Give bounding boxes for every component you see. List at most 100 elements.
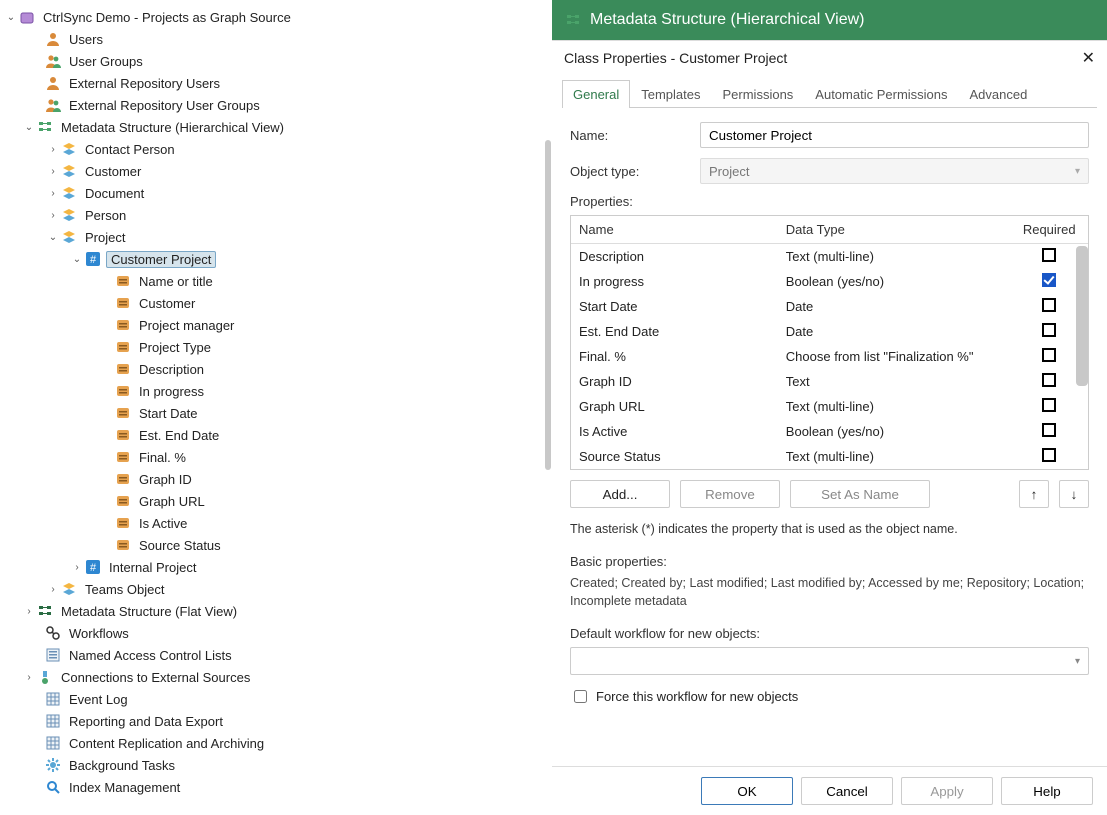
property-icon — [114, 294, 132, 312]
chevron-down-icon[interactable]: ⌄ — [22, 122, 36, 133]
table-row[interactable]: Graph URLText (multi-line) — [571, 394, 1088, 419]
chevron-right-icon[interactable]: › — [22, 606, 36, 617]
tree-label: Start Date — [136, 405, 201, 422]
tree-label: User Groups — [66, 53, 146, 70]
tree-item-property[interactable]: ·Description — [4, 358, 540, 380]
tree-item-user-groups[interactable]: ·User Groups — [4, 50, 540, 72]
chevron-right-icon[interactable]: › — [46, 584, 60, 595]
close-icon[interactable]: ✕ — [1082, 48, 1095, 68]
tree-item-connections[interactable]: ›Connections to External Sources — [4, 666, 540, 688]
object-type-select[interactable]: Project ▾ — [700, 158, 1089, 184]
tree-item-nacl[interactable]: ·Named Access Control Lists — [4, 644, 540, 666]
tree-item-customer-project[interactable]: ⌄Customer Project — [4, 248, 540, 270]
tree-item-project[interactable]: ⌄Project — [4, 226, 540, 248]
remove-button[interactable]: Remove — [680, 480, 780, 508]
tree-item-event-log[interactable]: ·Event Log — [4, 688, 540, 710]
chevron-right-icon[interactable]: › — [70, 562, 84, 573]
tree-item-property[interactable]: ·Graph ID — [4, 468, 540, 490]
ok-button[interactable]: OK — [701, 777, 793, 805]
chevron-right-icon[interactable]: › — [46, 166, 60, 177]
table-row[interactable]: Source StatusText (multi-line) — [571, 444, 1088, 469]
dialog-footer: OK Cancel Apply Help — [552, 766, 1107, 815]
table-row[interactable]: Est. End DateDate — [571, 319, 1088, 344]
struct-icon — [36, 118, 54, 136]
chevron-down-icon[interactable]: ⌄ — [70, 254, 84, 265]
tree-root-label: CtrlSync Demo - Projects as Graph Source — [40, 9, 294, 26]
tree-label: Name or title — [136, 273, 216, 290]
default-workflow-select[interactable]: ▾ — [570, 647, 1089, 675]
add-button[interactable]: Add... — [570, 480, 670, 508]
chevron-right-icon[interactable]: › — [46, 144, 60, 155]
col-name[interactable]: Name — [571, 216, 778, 244]
tree-item-reporting[interactable]: ·Reporting and Data Export — [4, 710, 540, 732]
tree-item-users[interactable]: ·Users — [4, 28, 540, 50]
tab-templates[interactable]: Templates — [630, 80, 711, 108]
tree-item-property[interactable]: ·In progress — [4, 380, 540, 402]
chevron-right-icon[interactable]: › — [22, 672, 36, 683]
tree-item-property[interactable]: ·Is Active — [4, 512, 540, 534]
tree-item-property[interactable]: ·Project Type — [4, 336, 540, 358]
tree-item-ext-groups[interactable]: ·External Repository User Groups — [4, 94, 540, 116]
chevron-right-icon[interactable]: › — [46, 210, 60, 221]
chevron-down-icon[interactable]: ⌄ — [46, 232, 60, 243]
move-down-button[interactable]: ↓ — [1059, 480, 1089, 508]
name-input[interactable] — [700, 122, 1089, 148]
property-icon — [114, 404, 132, 422]
tree-item-property[interactable]: ·Graph URL — [4, 490, 540, 512]
user-icon — [44, 30, 62, 48]
help-button[interactable]: Help — [1001, 777, 1093, 805]
tab-permissions[interactable]: Permissions — [712, 80, 805, 108]
force-workflow-checkbox[interactable] — [574, 690, 587, 703]
move-up-button[interactable]: ↑ — [1019, 480, 1049, 508]
tree-item-property[interactable]: ·Customer — [4, 292, 540, 314]
tree-item-ext-users[interactable]: ·External Repository Users — [4, 72, 540, 94]
tree-item-property[interactable]: ·Start Date — [4, 402, 540, 424]
tree-item-meta-hier[interactable]: ⌄Metadata Structure (Hierarchical View) — [4, 116, 540, 138]
layers-icon — [60, 140, 78, 158]
apply-button[interactable]: Apply — [901, 777, 993, 805]
cancel-button[interactable]: Cancel — [801, 777, 893, 805]
object-tree[interactable]: ⌄ CtrlSync Demo - Projects as Graph Sour… — [4, 6, 540, 798]
tree-item-property[interactable]: ·Name or title — [4, 270, 540, 292]
tree-item-internal-project[interactable]: ›Internal Project — [4, 556, 540, 578]
tree-item-contact[interactable]: ›Contact Person — [4, 138, 540, 160]
set-as-name-button[interactable]: Set As Name — [790, 480, 930, 508]
properties-table[interactable]: Name Data Type Required DescriptionText … — [570, 215, 1089, 470]
tree-item-meta-flat[interactable]: ›Metadata Structure (Flat View) — [4, 600, 540, 622]
cell-required[interactable] — [1010, 394, 1088, 419]
cell-required[interactable] — [1010, 444, 1088, 469]
dialog-title: Class Properties - Customer Project — [564, 50, 787, 66]
table-row[interactable]: Start DateDate — [571, 294, 1088, 319]
tree-item-teams[interactable]: ›Teams Object — [4, 578, 540, 600]
tab-advanced[interactable]: Advanced — [959, 80, 1039, 108]
tree-label: Background Tasks — [66, 757, 178, 774]
tree-root[interactable]: ⌄ CtrlSync Demo - Projects as Graph Sour… — [4, 6, 540, 28]
col-required[interactable]: Required — [1010, 216, 1088, 244]
chevron-down-icon[interactable]: ⌄ — [4, 12, 18, 23]
tree-item-workflows[interactable]: ·Workflows — [4, 622, 540, 644]
table-row[interactable]: Graph IDText — [571, 369, 1088, 394]
tab-general[interactable]: General — [562, 80, 630, 108]
table-row[interactable]: DescriptionText (multi-line) — [571, 244, 1088, 270]
tree-panel[interactable]: ⌄ CtrlSync Demo - Projects as Graph Sour… — [0, 0, 540, 815]
tree-item-bgtasks[interactable]: ·Background Tasks — [4, 754, 540, 776]
tree-item-customer[interactable]: ›Customer — [4, 160, 540, 182]
tree-item-property[interactable]: ·Source Status — [4, 534, 540, 556]
tree-item-property[interactable]: ·Final. % — [4, 446, 540, 468]
tree-item-replication[interactable]: ·Content Replication and Archiving — [4, 732, 540, 754]
splitter-handle[interactable] — [540, 0, 552, 815]
chevron-right-icon[interactable]: › — [46, 188, 60, 199]
tree-item-person[interactable]: ›Person — [4, 204, 540, 226]
tree-item-index-mgmt[interactable]: ·Index Management — [4, 776, 540, 798]
table-row[interactable]: In progressBoolean (yes/no) — [571, 269, 1088, 294]
scrollbar-thumb[interactable] — [1076, 246, 1088, 386]
cell-required[interactable] — [1010, 419, 1088, 444]
tree-item-document[interactable]: ›Document — [4, 182, 540, 204]
tab-auto-permissions[interactable]: Automatic Permissions — [804, 80, 958, 108]
table-row[interactable]: Final. %Choose from list "Finalization %… — [571, 344, 1088, 369]
col-datatype[interactable]: Data Type — [778, 216, 1011, 244]
tree-item-property[interactable]: ·Project manager — [4, 314, 540, 336]
tree-item-property[interactable]: ·Est. End Date — [4, 424, 540, 446]
table-row[interactable]: Is ActiveBoolean (yes/no) — [571, 419, 1088, 444]
cell-name: Source Status — [571, 444, 778, 469]
